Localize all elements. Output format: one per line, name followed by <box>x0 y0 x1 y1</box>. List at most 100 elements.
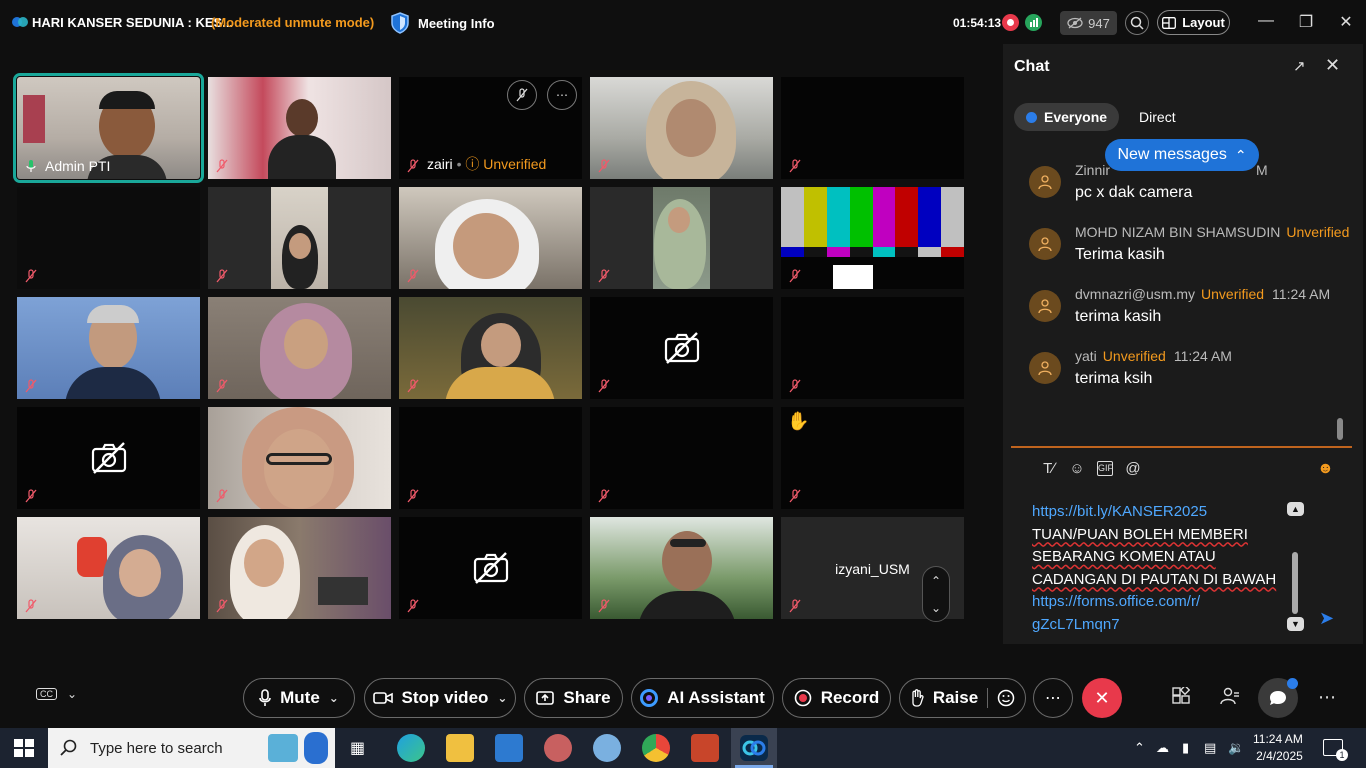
tray-chevron-up-icon[interactable]: ⌃ <box>1134 740 1145 756</box>
maximize-icon[interactable]: ❐ <box>1296 12 1316 32</box>
video-tile[interactable]: ✋ <box>781 407 964 509</box>
video-tile-zairi[interactable]: ⋯ zairi • ⓘ Unverified <box>399 77 582 179</box>
video-tile[interactable] <box>590 77 773 179</box>
meeting-info-button[interactable]: Meeting Info <box>390 12 495 34</box>
grid-pager[interactable]: ⌃ ⌄ <box>922 566 950 622</box>
mention-person-icon[interactable]: ☻ <box>1317 460 1334 478</box>
edge-browser-icon[interactable] <box>397 734 425 762</box>
message-compose-input[interactable]: https://bit.ly/KANSER2025 TUAN/PUAN BOLE… <box>1032 501 1292 636</box>
video-tile[interactable] <box>208 77 391 179</box>
more-vertical-icon[interactable]: ⋯ <box>1318 687 1336 708</box>
webex-logo-icon <box>12 17 28 27</box>
video-tile-camera-off[interactable] <box>399 517 582 619</box>
new-messages-label: New messages <box>1117 146 1227 163</box>
zoom-button[interactable] <box>1125 11 1149 35</box>
video-tile[interactable] <box>208 187 391 289</box>
tab-direct-label: Direct <box>1139 109 1176 125</box>
network-icon[interactable]: ▤ <box>1204 740 1216 756</box>
compose-link[interactable]: gZcL7Lmqn7 <box>1032 614 1292 637</box>
tile-more-button[interactable]: ⋯ <box>547 80 577 110</box>
video-tile[interactable] <box>399 407 582 509</box>
tab-everyone[interactable]: Everyone <box>1014 103 1120 131</box>
layout-button[interactable]: Layout <box>1157 10 1230 35</box>
chevron-up-icon[interactable]: ⌃ <box>931 574 941 588</box>
volume-icon[interactable]: 🔉 <box>1228 740 1244 756</box>
apps-icon[interactable] <box>1172 684 1191 710</box>
video-tile[interactable] <box>590 187 773 289</box>
notifications-icon[interactable]: 1 <box>1323 739 1348 761</box>
leave-meeting-button[interactable]: ✕ <box>1082 678 1122 718</box>
video-tile[interactable] <box>399 187 582 289</box>
powerpoint-icon[interactable] <box>691 734 719 762</box>
emoji-icon[interactable]: ☺ <box>1069 460 1085 477</box>
send-icon[interactable]: ➤ <box>1319 608 1334 629</box>
compose-scroll-up-icon[interactable]: ▲ <box>1287 502 1304 516</box>
windows-start-icon[interactable] <box>14 739 34 757</box>
compose-scrollbar[interactable] <box>1292 552 1298 614</box>
video-tile-camera-off[interactable] <box>17 407 200 509</box>
avatar <box>1029 228 1061 260</box>
video-tile-test-pattern[interactable] <box>781 187 964 289</box>
video-tile[interactable] <box>399 297 582 399</box>
stop-video-button[interactable]: Stop video ⌄ <box>364 678 516 718</box>
mail-icon[interactable] <box>495 734 523 762</box>
video-tile[interactable] <box>208 297 391 399</box>
video-tile[interactable] <box>590 517 773 619</box>
tab-direct[interactable]: Direct <box>1127 103 1188 131</box>
chat-toggle-button[interactable] <box>1258 678 1298 718</box>
network-health-icon[interactable] <box>1025 14 1042 31</box>
video-tile[interactable] <box>781 77 964 179</box>
text-format-icon[interactable]: T∕ <box>1041 460 1057 477</box>
tile-mute-button[interactable] <box>507 80 537 110</box>
minimize-icon[interactable]: — <box>1256 12 1276 30</box>
file-explorer-icon[interactable] <box>446 734 474 762</box>
paint-icon[interactable] <box>593 734 621 762</box>
video-tile[interactable] <box>208 407 391 509</box>
muted-mic-icon <box>407 159 419 173</box>
chevron-down-icon[interactable]: ⌄ <box>931 601 941 615</box>
system-clock[interactable]: 11:24 AM 2/4/2025 <box>1253 731 1303 765</box>
muted-mic-icon <box>407 599 419 613</box>
close-chat-icon[interactable]: ✕ <box>1325 55 1340 76</box>
chat-scrollbar[interactable] <box>1337 418 1343 440</box>
video-tile[interactable] <box>17 517 200 619</box>
title-bar: HARI KANSER SEDUNIA : KES... (Moderated … <box>0 0 1366 46</box>
captions-button[interactable]: CC ⌄ <box>36 687 77 701</box>
onedrive-icon[interactable]: ☁ <box>1156 740 1169 756</box>
video-tile[interactable] <box>208 517 391 619</box>
task-view-icon[interactable]: ▦ <box>350 738 365 758</box>
message-text: pc x dak camera <box>1075 184 1193 201</box>
record-button[interactable]: Record <box>782 678 891 718</box>
chrome-browser-icon[interactable] <box>642 734 670 762</box>
video-tile[interactable] <box>590 407 773 509</box>
participant-count-button[interactable]: 947 <box>1060 11 1117 35</box>
snipping-tool-icon[interactable] <box>544 734 572 762</box>
compose-link[interactable]: https://forms.office.com/r/ <box>1032 591 1292 614</box>
ai-assistant-label: AI Assistant <box>667 688 765 707</box>
microphone-icon <box>259 689 271 706</box>
participants-icon[interactable] <box>1220 687 1240 710</box>
webex-taskbar-button[interactable] <box>731 728 777 768</box>
microphone-tray-icon[interactable]: ▮ <box>1182 740 1189 756</box>
copilot-illustration-icon[interactable] <box>268 734 298 762</box>
new-messages-button[interactable]: New messages ⌃ <box>1105 139 1259 171</box>
compose-scroll-down-icon[interactable]: ▼ <box>1287 617 1304 631</box>
mention-icon[interactable]: @ <box>1125 460 1141 477</box>
video-tile[interactable] <box>17 297 200 399</box>
share-button[interactable]: Share <box>524 678 623 718</box>
message-time: M <box>1256 162 1268 178</box>
reactions-icon[interactable] <box>997 689 1015 707</box>
raise-hand-button[interactable]: Raise <box>899 678 1026 718</box>
mute-button[interactable]: Mute ⌄ <box>243 678 355 718</box>
gif-icon[interactable]: GIF <box>1097 461 1113 476</box>
more-options-button[interactable]: ⋯ <box>1033 678 1073 718</box>
video-tile[interactable] <box>17 187 200 289</box>
video-tile[interactable] <box>781 297 964 399</box>
ai-assistant-button[interactable]: AI Assistant <box>631 678 774 718</box>
compose-link[interactable]: https://bit.ly/KANSER2025 <box>1032 501 1292 524</box>
video-tile-admin-pti[interactable]: Admin PTI <box>13 73 204 183</box>
video-tile-camera-off[interactable] <box>590 297 773 399</box>
search-highlight-icon[interactable] <box>304 732 328 764</box>
popout-icon[interactable]: ↗ <box>1293 57 1306 75</box>
close-window-icon[interactable]: ✕ <box>1336 12 1356 32</box>
